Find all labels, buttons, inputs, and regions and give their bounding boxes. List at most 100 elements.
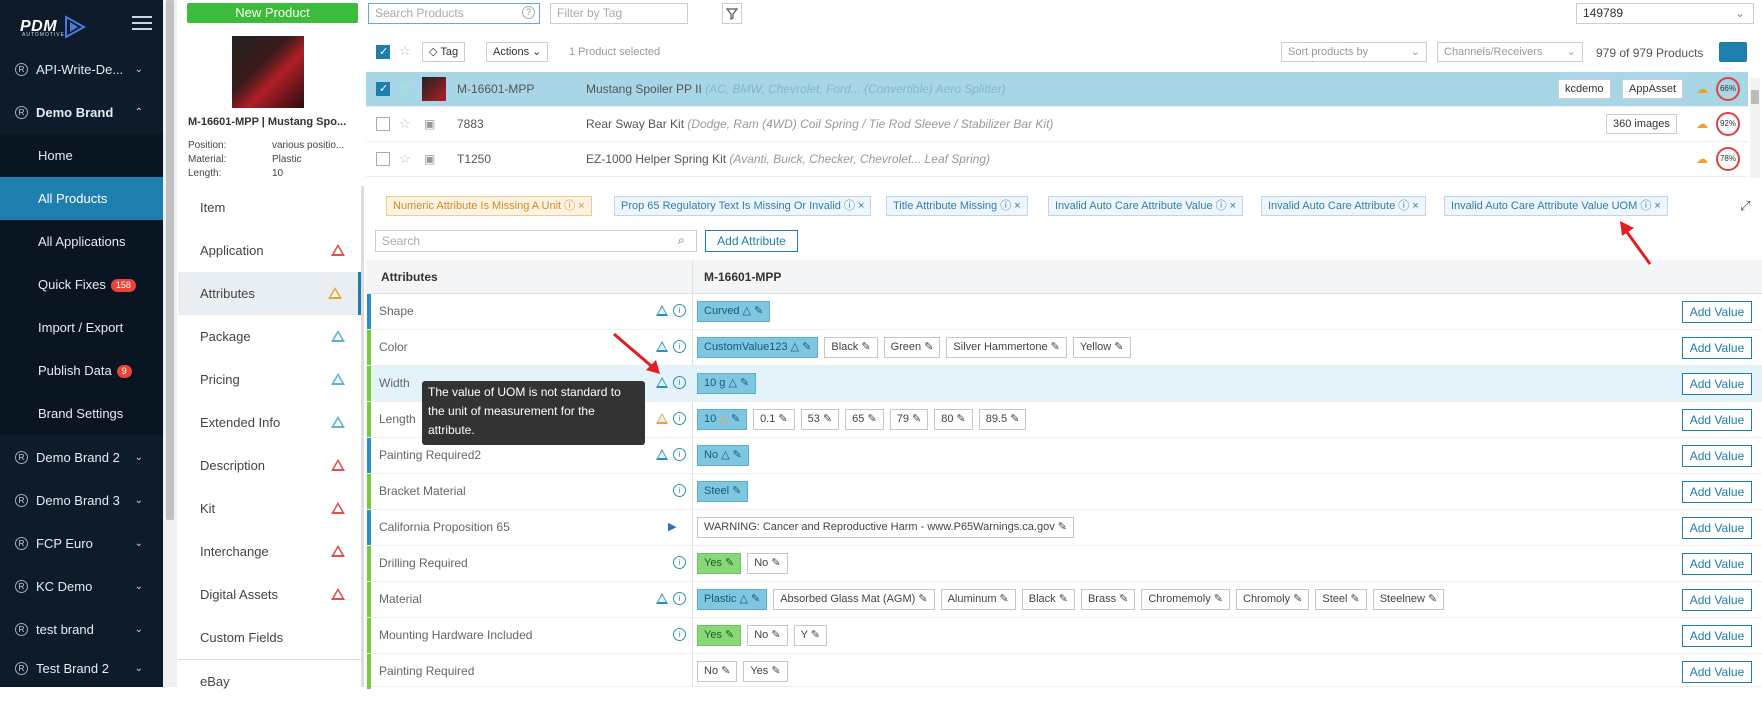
tab-custom-fields[interactable]: Custom Fields bbox=[178, 616, 361, 659]
sidebar-item-test-brand-2[interactable]: R Test Brand 2 ⌄ bbox=[0, 647, 163, 690]
tab-digital-assets[interactable]: Digital Assets bbox=[178, 573, 361, 616]
tab-kit[interactable]: Kit bbox=[178, 487, 361, 530]
account-select[interactable]: 149789 ⌄ bbox=[1576, 3, 1754, 24]
value-chip[interactable]: Steel ✎ bbox=[697, 481, 749, 502]
value-chip[interactable]: Plastic △ ✎ bbox=[697, 589, 768, 610]
attribute-row[interactable]: Shape i Curved △ ✎ Add Value bbox=[366, 294, 1762, 330]
sidebar-item-demo-brand-2[interactable]: R Demo Brand 2 ⌄ bbox=[0, 436, 163, 479]
value-chip[interactable]: 53 ✎ bbox=[800, 409, 840, 430]
info-icon[interactable]: i bbox=[673, 340, 686, 353]
sidebar-item-kc-demo[interactable]: R KC Demo ⌄ bbox=[0, 565, 163, 608]
issue-chip[interactable]: Numeric Attribute Is Missing A Unit ⓘ × bbox=[386, 196, 592, 216]
tab-package[interactable]: Package bbox=[178, 315, 361, 358]
add-value-button[interactable]: Add Value bbox=[1682, 301, 1752, 323]
actions-button[interactable]: Actions ⌄ bbox=[486, 42, 549, 62]
tab-attributes[interactable]: Attributes bbox=[178, 272, 361, 315]
sidebar-item-test-brand[interactable]: Rtest brand ⌄ bbox=[0, 608, 163, 651]
info-icon[interactable]: i bbox=[673, 304, 686, 317]
add-value-button[interactable]: Add Value bbox=[1682, 337, 1752, 359]
info-icon[interactable]: i bbox=[673, 556, 686, 569]
tab-extended-info[interactable]: Extended Info bbox=[178, 401, 361, 444]
tab-interchange[interactable]: Interchange bbox=[178, 530, 361, 573]
issue-chip[interactable]: Title Attribute Missing ⓘ × bbox=[886, 196, 1028, 216]
list-scrollbar[interactable] bbox=[1750, 78, 1760, 178]
sidebar-sub-publish-data[interactable]: Publish Data 9 bbox=[0, 349, 163, 392]
info-icon[interactable]: i bbox=[673, 592, 686, 605]
value-chip[interactable]: 10 △ ✎ bbox=[697, 409, 748, 430]
sidebar-sub-all-applications[interactable]: All Applications bbox=[0, 220, 163, 263]
value-chip[interactable]: CustomValue123 △ ✎ bbox=[697, 337, 819, 358]
value-chip[interactable]: Yes ✎ bbox=[743, 661, 788, 682]
add-value-button[interactable]: Add Value bbox=[1682, 661, 1752, 683]
sidebar-sub-brand-settings[interactable]: Brand Settings bbox=[0, 392, 163, 435]
add-value-button[interactable]: Add Value bbox=[1682, 409, 1752, 431]
add-value-button[interactable]: Add Value bbox=[1682, 445, 1752, 467]
star-icon[interactable]: ☆ bbox=[399, 43, 411, 59]
info-icon[interactable]: i bbox=[673, 412, 686, 425]
row-checkbox[interactable] bbox=[376, 82, 390, 96]
value-chip[interactable]: Brass ✎ bbox=[1080, 589, 1136, 610]
expand-icon[interactable]: ⤢ bbox=[1740, 198, 1750, 214]
add-value-button[interactable]: Add Value bbox=[1682, 589, 1752, 611]
warning-icon[interactable] bbox=[656, 413, 668, 424]
value-chip[interactable]: 0.1 ✎ bbox=[753, 409, 795, 430]
value-chip[interactable]: 89.5 ✎ bbox=[978, 409, 1027, 430]
value-chip[interactable]: Silver Hammertone ✎ bbox=[946, 337, 1067, 358]
attribute-row[interactable]: Material i Plastic △ ✎ Absorbed Glass Ma… bbox=[366, 582, 1762, 618]
search-icon[interactable]: ⌕ bbox=[678, 233, 685, 248]
value-chip[interactable]: Aluminum ✎ bbox=[940, 589, 1016, 610]
info-icon[interactable]: i bbox=[673, 376, 686, 389]
tab-pricing[interactable]: Pricing bbox=[178, 358, 361, 401]
attribute-row[interactable]: Bracket Material i Steel ✎ Add Value bbox=[366, 474, 1762, 510]
value-chip[interactable]: Green ✎ bbox=[883, 337, 941, 358]
add-value-button[interactable]: Add Value bbox=[1682, 481, 1752, 503]
row-tag[interactable]: kcdemo bbox=[1558, 79, 1611, 99]
row-checkbox[interactable] bbox=[376, 152, 390, 166]
attribute-row[interactable]: Drilling Required i Yes ✎ No ✎ Add Value bbox=[366, 546, 1762, 582]
sidebar-sub-import-export[interactable]: Import / Export bbox=[0, 306, 163, 349]
value-chip[interactable]: Steel ✎ bbox=[1315, 589, 1367, 610]
tag-button[interactable]: ◇ Tag bbox=[422, 42, 466, 62]
value-chip[interactable]: No △ ✎ bbox=[697, 445, 749, 466]
add-value-button[interactable]: Add Value bbox=[1682, 625, 1752, 647]
add-value-button[interactable]: Add Value bbox=[1682, 553, 1752, 575]
attribute-row[interactable]: Painting Required No ✎ Yes ✎ Add Value bbox=[366, 654, 1762, 689]
sidebar-sub-home[interactable]: Home bbox=[0, 134, 163, 177]
product-row[interactable]: ☆ M-16601-MPP Mustang Spoiler PP II (AC,… bbox=[366, 72, 1748, 107]
new-product-button[interactable]: New Product bbox=[187, 3, 358, 23]
add-value-button[interactable]: Add Value bbox=[1682, 517, 1752, 539]
attribute-row[interactable]: Color i CustomValue123 △ ✎ Black ✎ Green… bbox=[366, 330, 1762, 366]
info-icon[interactable]: i bbox=[673, 484, 686, 497]
star-icon[interactable]: ☆ bbox=[399, 81, 411, 97]
sidebar-item-demo-brand-3[interactable]: R Demo Brand 3 ⌄ bbox=[0, 479, 163, 522]
value-chip[interactable]: Y ✎ bbox=[793, 625, 827, 646]
product-row[interactable]: ☆ ▣ 7883 Rear Sway Bar Kit (Dodge, Ram (… bbox=[366, 107, 1748, 142]
issue-chip[interactable]: Invalid Auto Care Attribute ⓘ × bbox=[1261, 196, 1426, 216]
value-chip[interactable]: No ✎ bbox=[697, 661, 738, 682]
value-chip[interactable]: 10 g △ ✎ bbox=[697, 373, 757, 394]
sidebar-item-api-write[interactable]: R API-Write-De... ⌄ bbox=[0, 48, 163, 91]
value-chip[interactable]: Yellow ✎ bbox=[1072, 337, 1131, 358]
value-chip[interactable]: Absorbed Glass Mat (AGM) ✎ bbox=[773, 589, 935, 610]
tab-application[interactable]: Application bbox=[178, 229, 361, 272]
sidebar-sub-all-products[interactable]: All Products bbox=[0, 177, 163, 220]
row-tag[interactable]: AppAsset bbox=[1622, 79, 1684, 99]
tab-ebay[interactable]: eBay bbox=[178, 659, 361, 702]
row-tag[interactable]: 360 images bbox=[1606, 114, 1677, 134]
value-chip[interactable]: Black ✎ bbox=[1021, 589, 1075, 610]
select-all-checkbox[interactable] bbox=[376, 45, 390, 59]
flag-icon[interactable]: ▶ bbox=[668, 520, 676, 533]
warning-icon[interactable] bbox=[656, 593, 668, 604]
value-chip[interactable]: Steelnew ✎ bbox=[1372, 589, 1445, 610]
sidebar-sub-quick-fixes[interactable]: Quick Fixes 158 bbox=[0, 263, 163, 306]
info-icon[interactable]: i bbox=[673, 628, 686, 641]
warning-icon[interactable] bbox=[656, 449, 668, 460]
product-row[interactable]: ☆ ▣ T1250 EZ-1000 Helper Spring Kit (Ava… bbox=[366, 142, 1748, 177]
sort-select[interactable]: Sort products by ⌄ bbox=[1281, 42, 1427, 62]
value-chip[interactable]: Yes ✎ bbox=[697, 553, 742, 574]
attribute-search-input[interactable]: Search bbox=[375, 230, 697, 252]
issue-chip[interactable]: Prop 65 Regulatory Text Is Missing Or In… bbox=[614, 196, 872, 216]
value-chip[interactable]: Chromoly ✎ bbox=[1236, 589, 1310, 610]
value-chip[interactable]: Yes ✎ bbox=[697, 625, 742, 646]
star-icon[interactable]: ☆ bbox=[399, 116, 411, 132]
